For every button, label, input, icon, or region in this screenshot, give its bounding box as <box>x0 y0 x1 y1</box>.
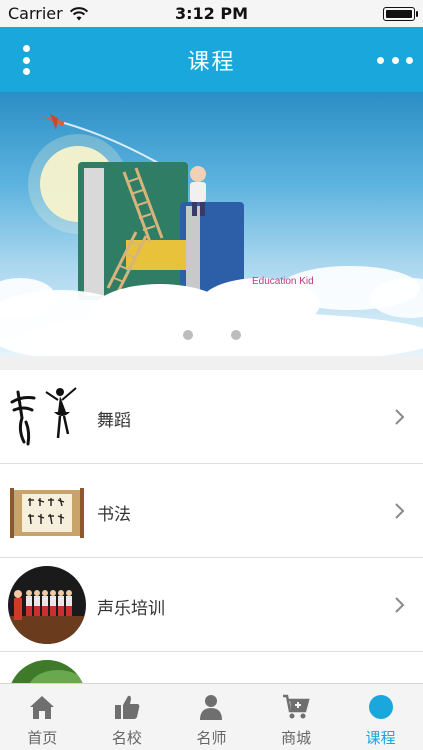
tab-courses[interactable]: 课程 <box>338 684 423 750</box>
tab-home[interactable]: 首页 <box>0 684 85 750</box>
course-item-calligraphy[interactable]: 书法 <box>0 464 423 558</box>
section-divider <box>0 356 423 370</box>
battery-level <box>386 10 412 18</box>
carousel-dot[interactable] <box>230 330 241 340</box>
circle-icon <box>368 695 393 719</box>
tab-label: 课程 <box>365 729 396 747</box>
carousel-dot-active[interactable] <box>206 330 217 340</box>
course-label: 舞蹈 <box>97 411 131 431</box>
chevron-right-icon <box>395 597 405 613</box>
thumbs-up-icon <box>114 695 140 719</box>
tab-label: 名校 <box>111 729 142 747</box>
chevron-right-icon <box>395 503 405 519</box>
course-label: 书法 <box>97 505 131 525</box>
app-header: 课程 <box>0 27 423 92</box>
course-item-vocal[interactable]: 声乐培训 <box>0 558 423 652</box>
cart-icon <box>283 694 310 719</box>
tab-mall[interactable]: 商城 <box>254 684 339 750</box>
battery-icon <box>383 7 418 21</box>
course-label: 声乐培训 <box>97 599 165 619</box>
chevron-right-icon <box>395 409 405 425</box>
page-title: 课程 <box>187 49 236 75</box>
dance-calligraphy-image <box>8 378 86 456</box>
banner-carousel[interactable]: Education Kid <box>0 92 423 356</box>
more-dots-icon[interactable] <box>377 50 413 70</box>
calligraphy-scroll-image <box>8 472 86 550</box>
choir-performance-image <box>8 566 86 644</box>
tab-teachers[interactable]: 名师 <box>169 684 254 750</box>
tab-label: 首页 <box>27 729 58 747</box>
home-icon <box>30 696 55 719</box>
tab-label: 名师 <box>196 729 227 747</box>
vertical-dots-icon[interactable] <box>14 43 38 77</box>
tab-bar: 首页 名校 名师 商城 课程 <box>0 683 423 750</box>
person-icon <box>200 695 223 720</box>
course-item-dance[interactable]: 舞蹈 <box>0 370 423 464</box>
carousel-dot[interactable] <box>182 330 193 340</box>
carousel-dots <box>0 330 423 340</box>
status-bar: Carrier 3:12 PM <box>0 0 423 27</box>
banner-illustration <box>0 114 423 356</box>
tab-label: 商城 <box>281 729 312 747</box>
status-time: 3:12 PM <box>174 4 248 23</box>
banner-caption: Education Kid <box>252 276 314 287</box>
tab-schools[interactable]: 名校 <box>85 684 170 750</box>
